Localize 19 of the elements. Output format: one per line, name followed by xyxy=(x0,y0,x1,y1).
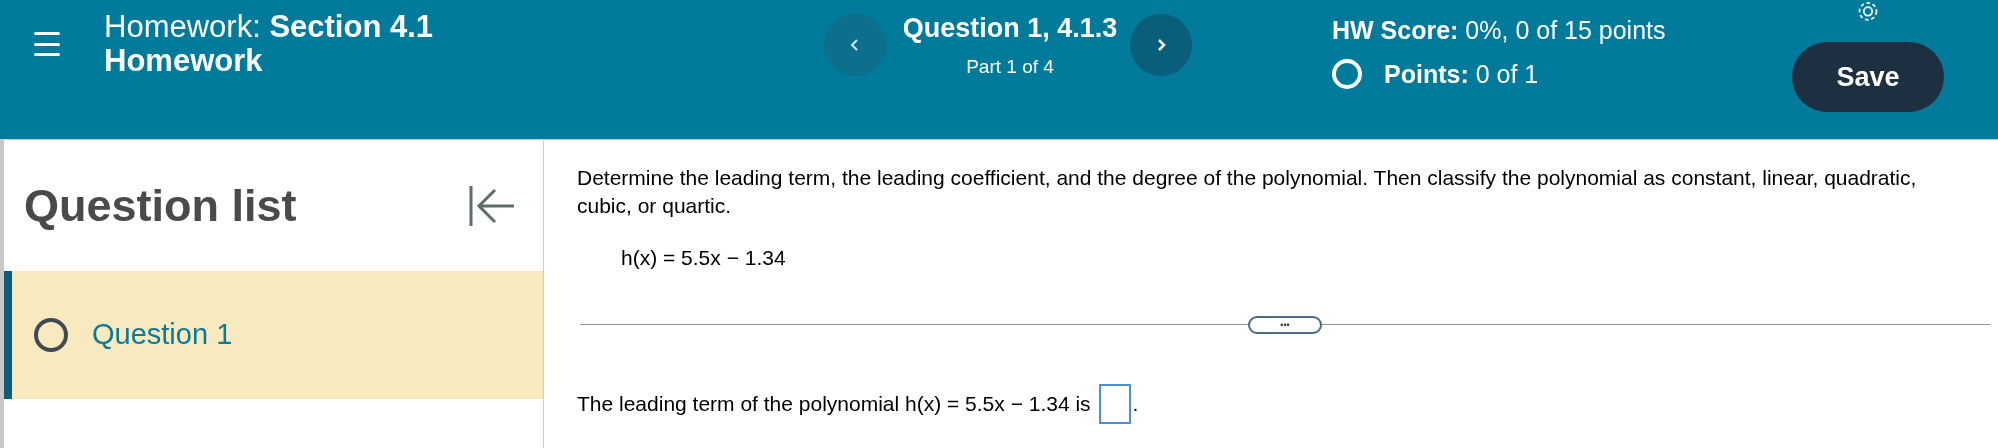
chevron-right-icon xyxy=(1155,37,1167,53)
menu-icon[interactable] xyxy=(34,32,60,56)
save-button[interactable]: Save xyxy=(1792,42,1944,112)
question-label: Question 1 xyxy=(92,317,233,353)
question-list-item[interactable]: Question 1 xyxy=(4,271,543,399)
part-label: Part 1 of 4 xyxy=(966,54,1054,79)
chevron-left-icon xyxy=(849,37,861,53)
collapse-icon[interactable] xyxy=(469,184,515,227)
hw-score: HW Score: 0%, 0 of 15 points xyxy=(1332,15,1667,46)
sidebar-title: Question list xyxy=(24,178,297,233)
question-prompt: Determine the leading term, the leading coefficient, and the degree of the polynomial. Then classify the polynomial as constant, linear, quadratic, cubic, or quartic. xyxy=(577,165,1918,219)
question-number: Question 1, 4.1.3 xyxy=(902,12,1118,45)
assignment-title: Homework: Section 4.1 Homework xyxy=(104,10,435,78)
equation: h(x) = 5.5x − 1.34 xyxy=(621,245,787,271)
answer-box[interactable] xyxy=(1098,383,1131,424)
points: Points: 0 of 1 xyxy=(1384,58,1539,90)
expand-button[interactable]: ••• xyxy=(1248,315,1322,334)
period: . xyxy=(1132,390,1139,417)
answer-prompt: The leading term of the polynomial h(x) = 5.5x − 1.34 is xyxy=(577,390,1091,417)
